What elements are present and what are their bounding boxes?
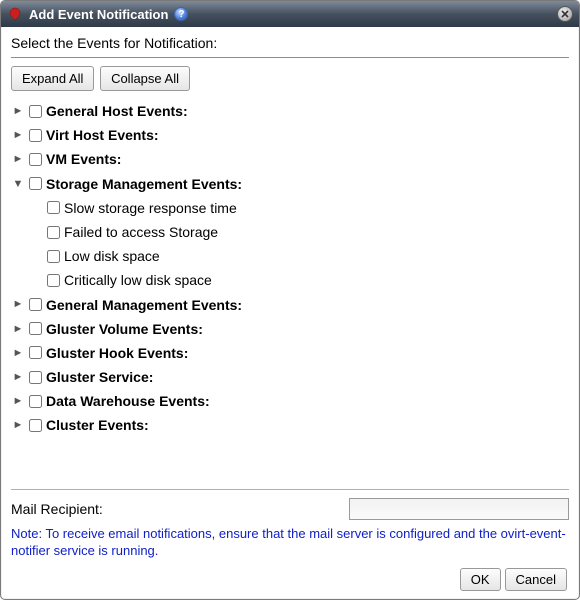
category-label: General Host Events:	[46, 102, 188, 120]
chevron-down-icon[interactable]: ▼	[11, 177, 25, 191]
tree-category: ► Gluster Hook Events:	[11, 341, 569, 365]
close-icon[interactable]	[557, 6, 573, 22]
mail-recipient-row: Mail Recipient:	[11, 496, 569, 526]
tree-category: ► General Host Events:	[11, 99, 569, 123]
category-label: Storage Management Events:	[46, 175, 242, 193]
event-tree: ►General Host Events:►Virt Host Events:►…	[11, 95, 569, 487]
note-text: Note: To receive email notifications, en…	[11, 526, 569, 566]
category-checkbox[interactable]	[29, 371, 42, 384]
item-checkbox[interactable]	[47, 201, 60, 214]
add-event-notification-dialog: Add Event Notification ? Select the Even…	[0, 0, 580, 600]
chevron-right-icon[interactable]: ►	[11, 297, 25, 311]
dialog-title: Add Event Notification	[29, 7, 168, 22]
chevron-right-icon[interactable]: ►	[11, 418, 25, 432]
category-label: General Management Events:	[46, 296, 242, 314]
tree-item: Critically low disk space	[11, 268, 569, 292]
dialog-buttons: OK Cancel	[11, 566, 569, 595]
tree-item: Slow storage response time	[11, 196, 569, 220]
chevron-right-icon[interactable]: ►	[11, 346, 25, 360]
category-checkbox[interactable]	[29, 322, 42, 335]
tree-category: ► Cluster Events:	[11, 413, 569, 437]
separator	[11, 489, 569, 490]
category-checkbox[interactable]	[29, 346, 42, 359]
chevron-right-icon[interactable]: ►	[11, 394, 25, 408]
instruction-text: Select the Events for Notification:	[11, 33, 569, 58]
cancel-button[interactable]: Cancel	[505, 568, 567, 591]
expand-all-button[interactable]: Expand All	[11, 66, 94, 91]
tree-category: ► General Management Events:	[11, 293, 569, 317]
tree-category: ► VM Events:	[11, 147, 569, 171]
category-checkbox[interactable]	[29, 395, 42, 408]
category-checkbox[interactable]	[29, 298, 42, 311]
category-checkbox[interactable]	[29, 105, 42, 118]
chevron-right-icon[interactable]: ►	[11, 322, 25, 336]
category-label: Gluster Service:	[46, 368, 153, 386]
tree-category: ► Gluster Service:	[11, 365, 569, 389]
tree-category: ▼ Storage Management Events:	[11, 172, 569, 196]
chevron-right-icon[interactable]: ►	[11, 370, 25, 384]
chevron-right-icon[interactable]: ►	[11, 152, 25, 166]
chevron-right-icon[interactable]: ►	[11, 128, 25, 142]
collapse-all-button[interactable]: Collapse All	[100, 66, 190, 91]
category-checkbox[interactable]	[29, 153, 42, 166]
help-icon[interactable]: ?	[174, 7, 188, 21]
item-checkbox[interactable]	[47, 250, 60, 263]
category-label: VM Events:	[46, 150, 121, 168]
item-label: Critically low disk space	[64, 271, 212, 289]
tree-item: Failed to access Storage	[11, 220, 569, 244]
item-label: Slow storage response time	[64, 199, 237, 217]
tree-item: Low disk space	[11, 244, 569, 268]
item-checkbox[interactable]	[47, 226, 60, 239]
toolbar: Expand All Collapse All	[11, 66, 569, 91]
category-checkbox[interactable]	[29, 129, 42, 142]
ok-button[interactable]: OK	[460, 568, 501, 591]
category-label: Virt Host Events:	[46, 126, 159, 144]
item-checkbox[interactable]	[47, 274, 60, 287]
dialog-body: Select the Events for Notification: Expa…	[1, 27, 579, 599]
category-label: Gluster Hook Events:	[46, 344, 188, 362]
tree-category: ► Gluster Volume Events:	[11, 317, 569, 341]
category-label: Gluster Volume Events:	[46, 320, 203, 338]
mail-recipient-label: Mail Recipient:	[11, 501, 103, 517]
item-label: Low disk space	[64, 247, 160, 265]
chevron-right-icon[interactable]: ►	[11, 104, 25, 118]
tree-category: ► Data Warehouse Events:	[11, 389, 569, 413]
category-checkbox[interactable]	[29, 419, 42, 432]
category-checkbox[interactable]	[29, 177, 42, 190]
app-logo-icon	[7, 6, 23, 22]
tree-category: ► Virt Host Events:	[11, 123, 569, 147]
item-label: Failed to access Storage	[64, 223, 218, 241]
titlebar: Add Event Notification ?	[1, 1, 579, 27]
mail-recipient-input[interactable]	[349, 498, 569, 520]
category-label: Data Warehouse Events:	[46, 392, 210, 410]
category-label: Cluster Events:	[46, 416, 149, 434]
